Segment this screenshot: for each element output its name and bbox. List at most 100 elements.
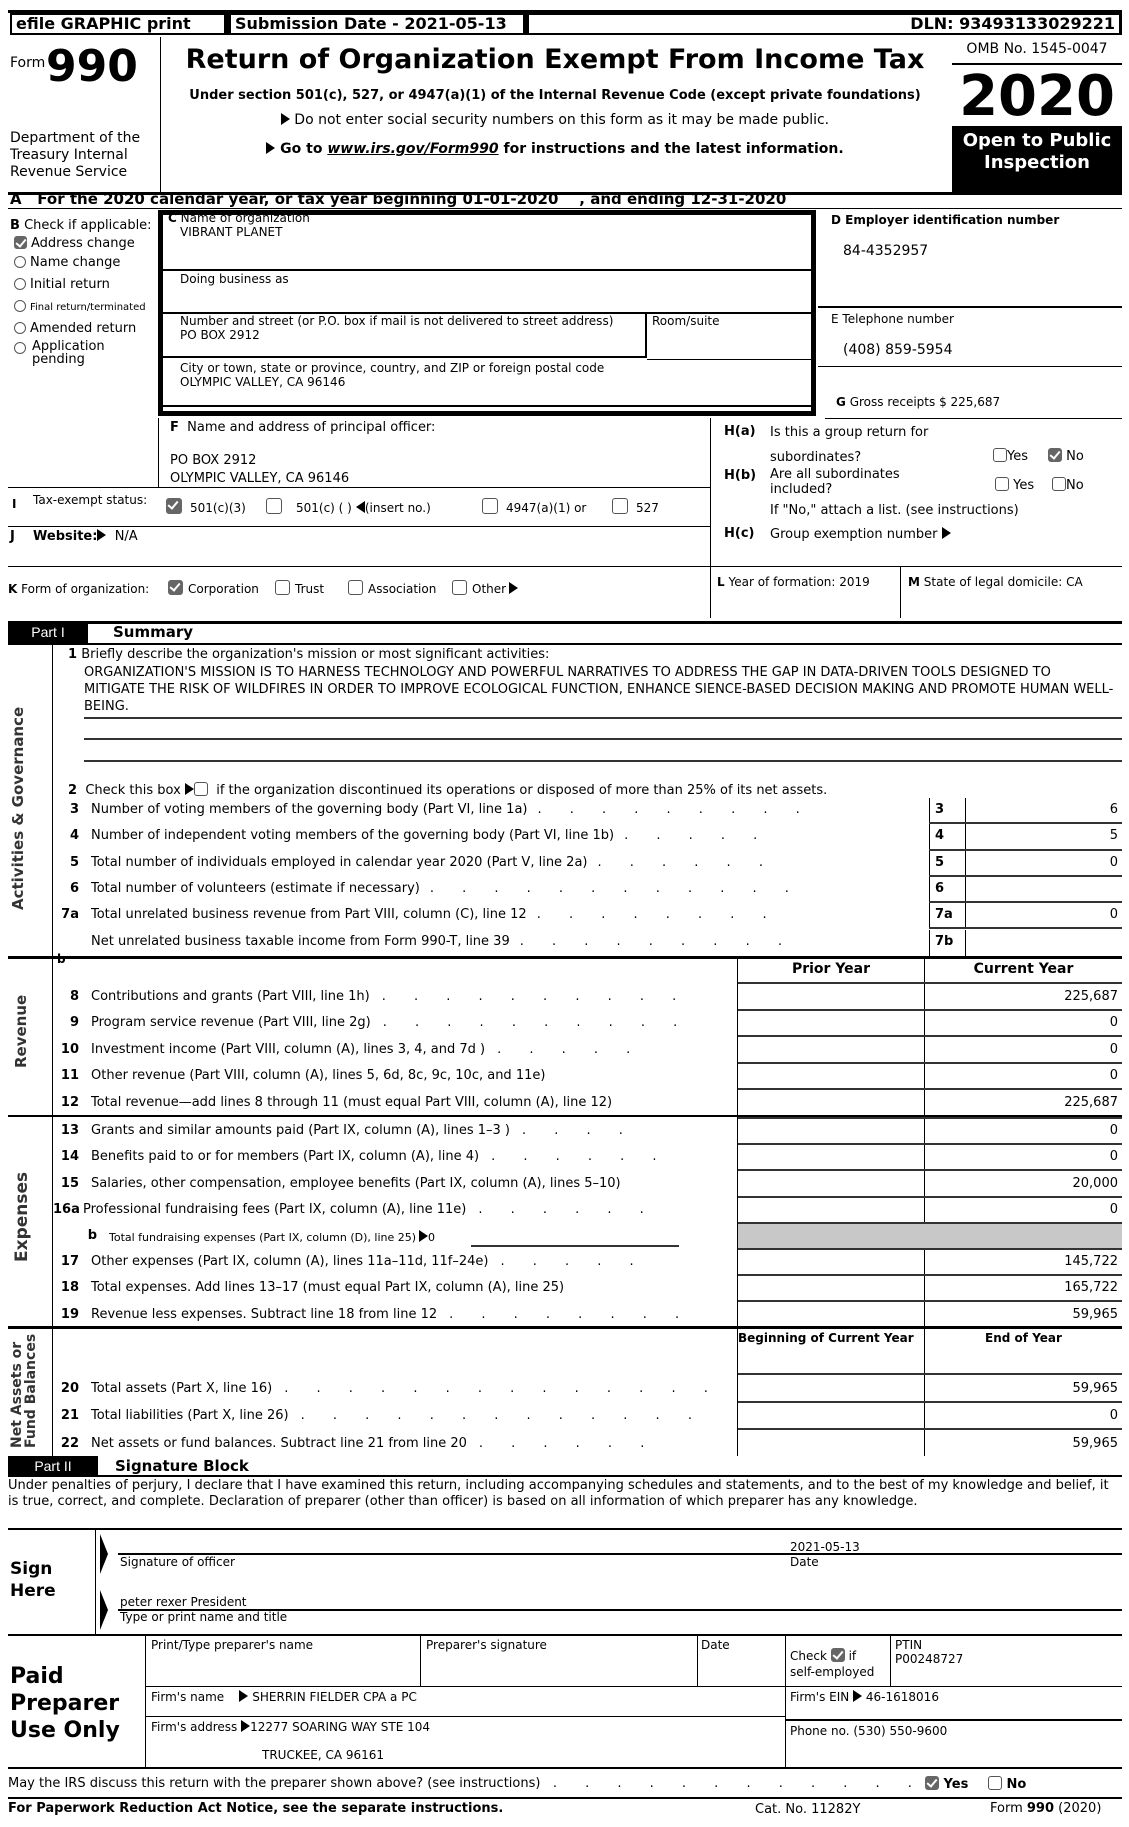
l-letter: L	[717, 575, 725, 589]
ha-no-checkbox[interactable]	[1048, 448, 1062, 462]
form-of-org-option[interactable]: Trust	[275, 580, 324, 596]
line2: 2 Check this box if the organization dis…	[68, 782, 827, 798]
hb-yes-option[interactable]: Yes	[995, 477, 1034, 493]
check-applicable-checkbox[interactable]	[14, 300, 26, 312]
line-number: b	[87, 1227, 97, 1243]
check-applicable-item[interactable]: Name change	[14, 256, 164, 270]
check-applicable-checkbox[interactable]	[14, 236, 27, 249]
line-number: 20	[60, 1380, 79, 1396]
divider	[8, 1797, 1122, 1799]
dots: . . . . . . . . . . . .	[552, 1776, 924, 1791]
arrow-right-icon	[941, 527, 951, 539]
cat-number: Cat. No. 11282Y	[755, 1802, 861, 1817]
line-label-text: Total number of individuals employed in …	[91, 854, 588, 870]
officer-signature-field[interactable]: Signature of officer	[120, 1555, 780, 1573]
notice-ssn-text: Do not enter social security numbers on …	[294, 112, 830, 128]
firm-name-label: Firm's name	[151, 1690, 225, 1704]
current-value: 145,722	[1064, 1254, 1118, 1270]
ha-no-option[interactable]: No	[1048, 448, 1084, 464]
self-employed-checkbox[interactable]	[830, 1648, 845, 1662]
hb-yes-checkbox[interactable]	[995, 477, 1009, 491]
check-applicable-item[interactable]: Address change	[14, 236, 164, 251]
line-number: 15	[60, 1175, 79, 1191]
tax-year: 2020	[959, 64, 1115, 129]
check-applicable-item[interactable]: Amended return	[14, 322, 164, 336]
tax-exempt-option[interactable]: 4947(a)(1) or	[482, 498, 586, 515]
check-applicable-item[interactable]: Final return/terminated	[14, 300, 164, 315]
tax-exempt-option-label: 527	[636, 501, 659, 515]
check-applicable-checkbox[interactable]	[14, 322, 26, 334]
tax-exempt-label: Tax-exempt status:	[33, 493, 148, 507]
financial-line-row: 14 Benefits paid to or for members (Part …	[53, 1143, 1122, 1169]
m-letter: M	[908, 575, 920, 589]
check-applicable-item[interactable]: Initial return	[14, 278, 164, 292]
line-number: 7a	[61, 907, 79, 923]
tax-exempt-checkbox[interactable]	[166, 498, 182, 514]
discuss-yes-option[interactable]: Yes	[925, 1776, 968, 1792]
part1-title: Summary	[113, 623, 194, 641]
financial-line-row: 10 Investment income (Part VIII, column (…	[53, 1035, 1122, 1062]
divider	[163, 356, 647, 358]
current-value: 165,722	[1064, 1280, 1118, 1296]
divider	[738, 1221, 1122, 1224]
discuss-yes-checkbox[interactable]	[925, 1776, 939, 1790]
phone-label: Phone no.	[790, 1724, 850, 1738]
line-label-text: Salaries, other compensation, employee b…	[91, 1175, 621, 1191]
firm-ein-label: Firm's EIN	[790, 1690, 850, 1704]
divider	[929, 876, 930, 904]
fundraising-total: 0	[428, 1230, 436, 1244]
form-of-org-option[interactable]: Other	[452, 580, 519, 596]
line-number: 22	[60, 1435, 79, 1451]
form-of-org-checkbox[interactable]	[348, 580, 363, 595]
city-value: OLYMPIC VALLEY, CA 96146	[180, 375, 346, 389]
tax-exempt-checkbox[interactable]	[266, 498, 282, 514]
form-of-org-checkbox[interactable]	[168, 580, 183, 595]
dots: . . . . . . . . . . . . . .	[284, 1380, 720, 1396]
no-label: No	[1066, 449, 1084, 464]
line-label: Program service revenue (Part VIII, line…	[91, 1015, 689, 1030]
ha-yes-checkbox[interactable]	[993, 448, 1007, 462]
check-applicable-item[interactable]: Application pending	[14, 340, 164, 366]
tax-exempt-option[interactable]: 501(c)(3)	[166, 498, 246, 515]
form-of-org-option[interactable]: Association	[348, 580, 436, 596]
tax-exempt-checkbox[interactable]	[612, 498, 628, 514]
tax-exempt-option[interactable]: 501(c) ( ) (insert no.)	[266, 498, 431, 515]
divider	[900, 566, 901, 618]
arrow-right-icon	[853, 1690, 863, 1702]
form-of-org-checkbox[interactable]	[452, 580, 467, 595]
divider	[8, 1475, 1122, 1477]
hb-no-checkbox[interactable]	[1052, 477, 1066, 491]
self-employed-check: Check if self-employed	[790, 1648, 890, 1680]
hb-no-option[interactable]: No	[1052, 477, 1084, 493]
discuss-no-checkbox[interactable]	[988, 1776, 1002, 1790]
no-label: No	[1066, 478, 1084, 493]
room-suite-label: Room/suite	[652, 314, 720, 328]
preparer-signature-field[interactable]: Preparer's signature	[426, 1638, 696, 1686]
check-applicable-label: Amended return	[30, 321, 137, 336]
line-number: 14	[60, 1149, 79, 1165]
check-applicable-checkbox[interactable]	[14, 256, 26, 268]
arrow-right-icon	[419, 1229, 429, 1242]
preparer-date-label: Date	[701, 1638, 730, 1652]
hb-text1: Are all subordinates	[770, 467, 900, 482]
preparer-name-field[interactable]: Print/Type preparer's name	[151, 1638, 419, 1686]
paid-preparer-label: Paid Preparer Use Only	[10, 1664, 120, 1743]
check-applicable-checkbox[interactable]	[14, 342, 26, 354]
divider	[145, 1716, 785, 1717]
ptin-value: P00248727	[895, 1652, 964, 1666]
irs-link[interactable]: www.irs.gov/Form990	[327, 141, 498, 157]
line-label: Total unrelated business revenue from Pa…	[91, 907, 779, 922]
check-applicable-checkbox[interactable]	[14, 278, 26, 290]
form-of-org-checkbox[interactable]	[275, 580, 290, 595]
dots: . . . . . . . . . . . . .	[300, 1408, 704, 1423]
notice-ssn: Do not enter social security numbers on …	[160, 112, 950, 128]
line-label: Total expenses. Add lines 13–17 (must eq…	[91, 1280, 564, 1295]
form-of-org-option[interactable]: Corporation	[168, 580, 259, 596]
ha-yes-option[interactable]: Yes	[993, 448, 1028, 464]
discontinued-checkbox[interactable]	[193, 782, 208, 796]
tax-exempt-option[interactable]: 527	[612, 498, 659, 515]
notice-instructions: Go to www.irs.gov/Form990 for instructio…	[160, 141, 950, 157]
divider	[785, 1636, 786, 1768]
discuss-no-option[interactable]: No	[988, 1776, 1026, 1792]
tax-exempt-checkbox[interactable]	[482, 498, 498, 514]
